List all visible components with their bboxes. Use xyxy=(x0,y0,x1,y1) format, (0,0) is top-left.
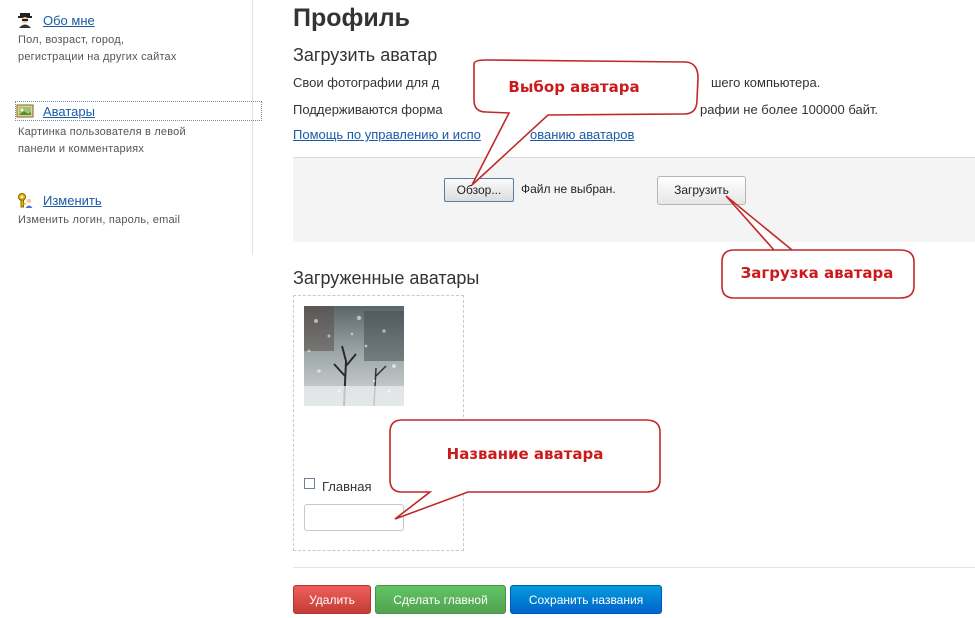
callout-name-bubble xyxy=(389,419,661,520)
callout-name: Название аватара xyxy=(446,445,604,463)
callout-upload-bubble xyxy=(721,195,915,299)
callout-choose: Выбор аватара xyxy=(508,78,640,96)
callout-upload: Загрузка аватара xyxy=(740,264,894,282)
